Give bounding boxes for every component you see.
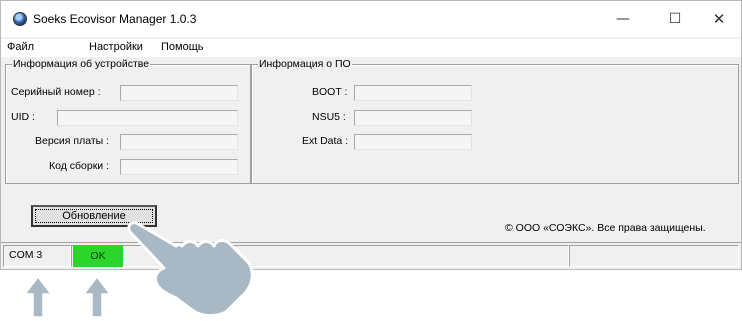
up-arrow-icon: [83, 276, 111, 318]
nsu5-label: NSU5 :: [312, 111, 346, 123]
main-panel: Информация об устройстве Серийный номер …: [1, 58, 741, 241]
nsu5-field[interactable]: [354, 110, 472, 126]
build-code-field[interactable]: [120, 159, 238, 175]
software-info-legend: Информация о ПО: [258, 58, 352, 70]
menu-help[interactable]: Помощь: [161, 41, 204, 53]
uid-field[interactable]: [57, 110, 238, 126]
boot-label: BOOT :: [312, 86, 348, 98]
copyright-text: © ООО «СОЭКС». Все права защищены.: [505, 222, 706, 234]
board-version-field[interactable]: [120, 134, 238, 150]
status-panel-extra: [569, 245, 739, 267]
pointing-hand-icon: [127, 221, 254, 318]
status-bar: COM 3 OK: [1, 242, 741, 269]
up-arrow-icon: [24, 276, 52, 318]
serial-number-field[interactable]: [120, 85, 238, 101]
close-button[interactable]: ✕: [697, 7, 741, 31]
menu-settings[interactable]: Настройки: [89, 41, 143, 53]
maximize-button[interactable]: ☐: [653, 7, 697, 31]
boot-field[interactable]: [354, 85, 472, 101]
uid-label: UID :: [11, 111, 35, 123]
app-logo-icon: [13, 12, 27, 26]
window-title: Soeks Ecovisor Manager 1.0.3: [33, 12, 197, 26]
serial-number-label: Серийный номер :: [11, 86, 101, 98]
ext-data-field[interactable]: [354, 134, 472, 150]
menu-file[interactable]: Файл: [7, 41, 34, 53]
build-code-label: Код сборки :: [49, 160, 110, 172]
device-info-legend: Информация об устройстве: [12, 58, 151, 70]
minimize-button[interactable]: —: [601, 7, 645, 31]
device-info-group: Информация об устройстве Серийный номер …: [5, 58, 251, 184]
title-bar[interactable]: Soeks Ecovisor Manager 1.0.3 — ☐ ✕: [1, 1, 741, 37]
board-version-label: Версия платы :: [35, 135, 110, 147]
com-port-label: COM 3: [9, 249, 43, 261]
connection-status-badge: OK: [73, 245, 123, 267]
menu-bar: Файл Настройки Помощь: [1, 39, 741, 57]
software-info-group: Информация о ПО BOOT : NSU5 : Ext Data :: [251, 58, 739, 184]
app-window: Soeks Ecovisor Manager 1.0.3 — ☐ ✕ Файл …: [0, 0, 742, 270]
ext-data-label: Ext Data :: [302, 135, 349, 147]
